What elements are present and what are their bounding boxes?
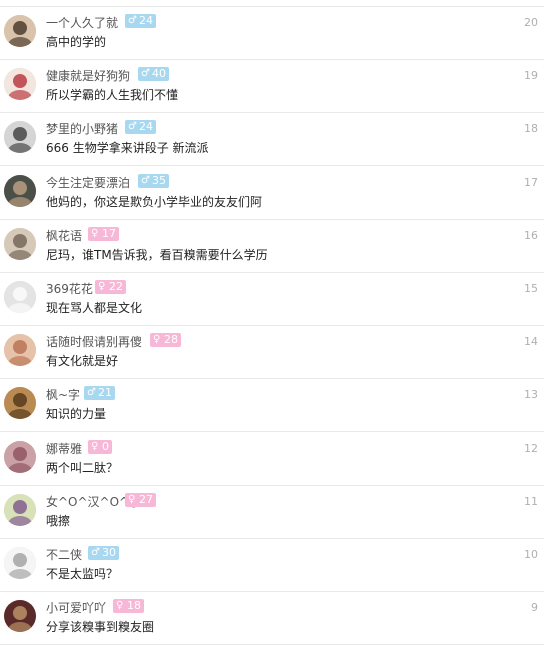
comment-text: 尼玛，谁TM告诉我，看百糗需要什么学历	[46, 247, 268, 262]
female-icon: ♀	[91, 227, 99, 239]
floor-number: 18	[524, 122, 538, 136]
username-link[interactable]: 枫花语	[46, 227, 82, 244]
floor-number: 19	[524, 69, 538, 83]
avatar[interactable]	[4, 547, 36, 579]
level-badge: ♂ 35	[138, 173, 169, 188]
avatar[interactable]	[4, 15, 36, 47]
avatar[interactable]	[4, 121, 36, 154]
comment-row[interactable]: 枫~字 ♂ 21 知识的力量 13	[0, 379, 544, 433]
username-link[interactable]: 话随时假请别再傻	[46, 333, 142, 350]
floor-number: 13	[524, 388, 538, 402]
avatar[interactable]	[4, 387, 36, 420]
level-badge: ♀ 28	[150, 333, 181, 348]
comment-row[interactable]: 娜蒂雅 ♀ 0 两个叫二肽？ 12	[0, 433, 544, 486]
username-link[interactable]: 369花花	[46, 280, 93, 297]
username-link[interactable]: 娜蒂雅	[46, 440, 82, 457]
floor-number: 20	[524, 16, 538, 29]
level-badge: ♀ 22	[95, 280, 126, 294]
comment-row[interactable]: 不二侠 ♂ 30 不是太监吗？ 10	[0, 539, 544, 592]
level-badge: ♂ 21	[84, 386, 115, 401]
level-number: 17	[102, 226, 116, 240]
comment-text: 两个叫二肽？	[46, 460, 119, 475]
comment-row[interactable]: 梦里的小野猪 ♂ 24 666 生物学拿来讲段子 新流派 18	[0, 113, 544, 167]
username-link[interactable]: 枫~字	[46, 386, 80, 403]
level-number: 35	[152, 173, 166, 187]
level-badge: ♀ 17	[88, 226, 119, 241]
avatar[interactable]	[4, 174, 36, 207]
comment-text: 有文化就是好	[46, 354, 119, 369]
level-number: 18	[127, 599, 141, 613]
username-link[interactable]: 小可爱吖吖	[46, 599, 106, 616]
comment-row[interactable]: 今生注定要漂泊 ♂ 35 他妈的，你这是欺负小学毕业的友友们阿 17	[0, 167, 544, 220]
floor-number: 11	[524, 494, 538, 508]
male-icon: ♂	[128, 121, 137, 133]
comment-row[interactable]: 小可爱吖吖 ♀ 18 分享该糗事到糗友圈 9	[0, 592, 544, 645]
level-badge: ♀ 18	[113, 599, 144, 614]
avatar[interactable]	[4, 600, 36, 633]
comment-text: 现在骂人都是文化	[46, 301, 143, 315]
avatar[interactable]	[4, 334, 36, 367]
avatar[interactable]	[4, 281, 36, 313]
male-icon: ♂	[87, 387, 96, 399]
level-number: 24	[139, 14, 153, 27]
comment-row[interactable]: 一个人久了就 ♂ 24 高中的学的 20	[0, 7, 544, 60]
male-icon: ♂	[128, 15, 137, 26]
female-icon: ♀	[153, 334, 161, 346]
female-icon: ♀	[98, 281, 106, 292]
level-badge: ♂ 30	[88, 546, 119, 560]
floor-number: 17	[524, 175, 538, 189]
male-icon: ♂	[141, 68, 150, 80]
comment-row[interactable]: 健康就是好狗狗 ♂ 40 所以学霸的人生我们不懂 19	[0, 60, 544, 114]
level-number: 0	[102, 439, 109, 453]
comment-text: 666 生物学拿来讲段子 新流派	[46, 141, 209, 156]
floor-number: 16	[524, 228, 538, 242]
comment-text: 分享该糗事到糗友圈	[46, 620, 155, 635]
female-icon: ♀	[116, 600, 124, 612]
floor-number: 14	[524, 335, 538, 349]
comment-row[interactable]: 369花花 ♀ 22 现在骂人都是文化 15	[0, 273, 544, 326]
level-number: 27	[139, 492, 153, 506]
username-link[interactable]: 梦里的小野猪	[46, 120, 118, 137]
male-icon: ♂	[141, 174, 150, 186]
comment-row[interactable]: 枫花语 ♀ 17 尼玛，谁TM告诉我，看百糗需要什么学历 16	[0, 220, 544, 273]
level-number: 28	[164, 333, 178, 347]
floor-number: 12	[524, 441, 538, 455]
floor-number: 10	[524, 548, 538, 561]
username-link[interactable]: 不二侠	[46, 546, 82, 563]
username-link[interactable]: 一个人久了就	[46, 14, 118, 31]
comment-text: 不是太监吗？	[46, 567, 119, 581]
level-number: 30	[102, 546, 116, 559]
comment-text: 哦擦	[46, 513, 71, 528]
female-icon: ♀	[128, 493, 136, 505]
male-icon: ♂	[91, 547, 100, 558]
comment-list: 一个人久了就 ♂ 24 高中的学的 20 健康就是好狗狗 ♂ 40 所以学霸的人生我们不懂 19 梦…	[0, 0, 550, 645]
level-number: 40	[152, 67, 166, 81]
comment-text: 知识的力量	[46, 407, 107, 422]
comment-text: 所以学霸的人生我们不懂	[46, 88, 179, 103]
avatar[interactable]	[4, 440, 36, 473]
floor-number: 15	[524, 282, 538, 295]
level-number: 22	[109, 280, 123, 293]
female-icon: ♀	[91, 440, 99, 452]
comment-row[interactable]: 话随时假请别再傻 ♀ 28 有文化就是好 14	[0, 326, 544, 380]
level-badge: ♂ 24	[125, 14, 156, 28]
floor-number: 9	[531, 601, 538, 615]
level-badge: ♀ 27	[125, 492, 156, 507]
avatar[interactable]	[4, 227, 36, 260]
username-link[interactable]: 今生注定要漂泊	[46, 174, 130, 191]
comment-row[interactable]: 女^O^汉^O^子 ♀ 27 哦擦 11	[0, 486, 544, 539]
level-badge: ♂ 40	[138, 67, 169, 82]
level-number: 24	[139, 120, 153, 134]
level-badge: ♀ 0	[88, 439, 112, 454]
level-badge: ♂ 24	[125, 120, 156, 135]
comment-text: 高中的学的	[46, 35, 107, 49]
username-link[interactable]: 健康就是好狗狗	[46, 67, 130, 84]
avatar[interactable]	[4, 68, 36, 101]
level-number: 21	[98, 386, 112, 400]
avatar[interactable]	[4, 493, 36, 526]
comment-text: 他妈的，你这是欺负小学毕业的友友们阿	[46, 194, 263, 209]
